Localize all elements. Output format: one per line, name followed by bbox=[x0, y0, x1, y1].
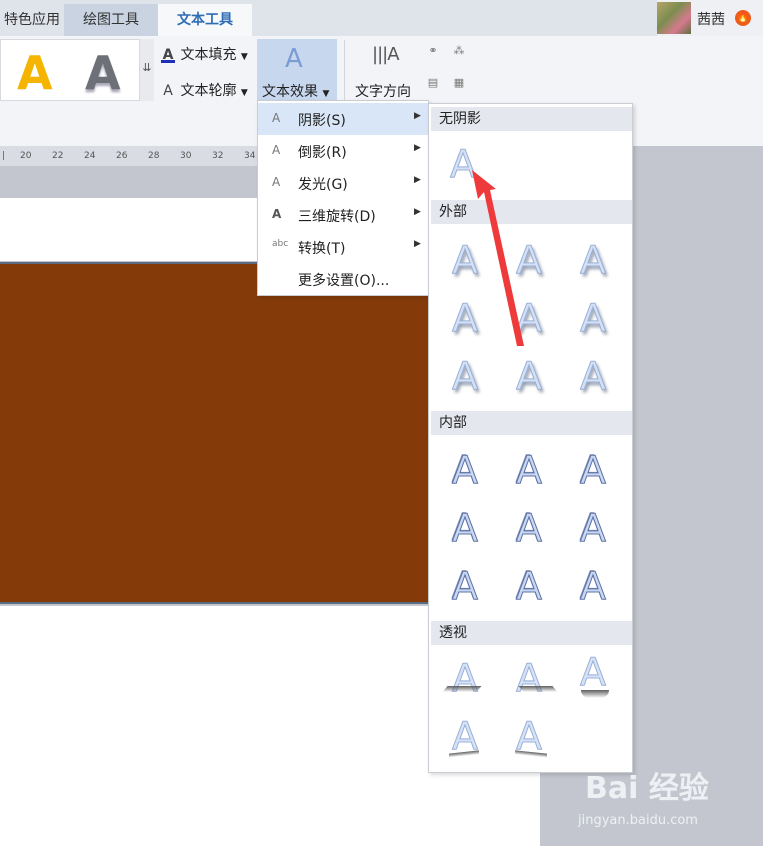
watermark-url: jingyan.baidu.com bbox=[578, 813, 698, 828]
baidu-jingyan-watermark: Bai 经验 bbox=[585, 771, 709, 806]
annotation-arrow-icon bbox=[472, 170, 524, 346]
